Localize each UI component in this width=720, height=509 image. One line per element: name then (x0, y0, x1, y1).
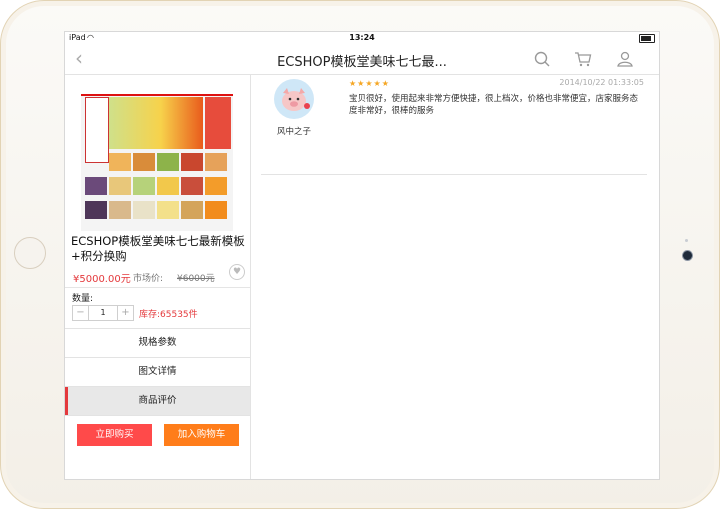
page-title: ECSHOP模板堂美味七七最... (277, 55, 447, 70)
battery-icon (639, 34, 655, 43)
increase-button[interactable]: + (117, 306, 133, 320)
avatar (274, 79, 314, 119)
review-date: 2014/10/22 01:33:05 (559, 78, 644, 87)
quantity-label: 数量: (72, 294, 94, 304)
tab-reviews[interactable]: 商品评价 (65, 386, 250, 415)
divider (65, 287, 250, 288)
market-price-label: 市场价: (133, 274, 164, 284)
cart-icon[interactable] (574, 50, 592, 68)
app-screen: iPad ◠ 13:24 ‹ ECSHOP模板堂美味七七最... ECSHOP模… (64, 31, 660, 480)
nav-bar: ‹ ECSHOP模板堂美味七七最... (65, 44, 659, 75)
stock-count: 库存:65535件 (139, 310, 198, 320)
buy-now-button[interactable]: 立即购买 (77, 424, 152, 446)
add-to-cart-button[interactable]: 加入购物车 (164, 424, 239, 446)
camera-icon (682, 250, 693, 261)
quantity-stepper: − 1 + (72, 305, 134, 321)
status-bar: iPad ◠ 13:24 (65, 32, 659, 44)
product-title: ECSHOP模板堂美味七七最新模板+积分换购 (71, 234, 245, 263)
clock: 13:24 (349, 33, 375, 42)
user-icon[interactable] (616, 50, 634, 68)
product-image[interactable] (81, 83, 233, 231)
product-price: ¥5000.00元 (73, 274, 131, 285)
detail-tabs: 规格参数 图文详情 商品评价 (65, 328, 250, 416)
search-icon[interactable] (533, 50, 551, 68)
home-button[interactable] (14, 237, 46, 269)
quantity-input[interactable]: 1 (89, 306, 117, 320)
favorite-heart-icon[interactable]: ♥ (229, 264, 245, 280)
ipad-frame: iPad ◠ 13:24 ‹ ECSHOP模板堂美味七七最... ECSHOP模… (0, 0, 720, 509)
review-text: 宝贝很好，使用起来非常方便快捷，很上档次，价格也非常便宜，店家服务态度非常好，很… (349, 94, 639, 116)
review-username: 风中之子 (277, 127, 312, 137)
market-price: ¥6000元 (177, 274, 215, 284)
tab-specs[interactable]: 规格参数 (65, 328, 250, 357)
review-item: 风中之子 ★★★★★ 2014/10/22 01:33:05 宝贝很好，使用起来… (261, 75, 647, 175)
tab-details[interactable]: 图文详情 (65, 357, 250, 386)
rating-stars: ★★★★★ (349, 79, 390, 88)
decrease-button[interactable]: − (73, 306, 89, 320)
light-sensor (685, 239, 688, 242)
product-panel: ECSHOP模板堂美味七七最新模板+积分换购 ¥5000.00元 市场价: ¥6… (65, 75, 251, 479)
